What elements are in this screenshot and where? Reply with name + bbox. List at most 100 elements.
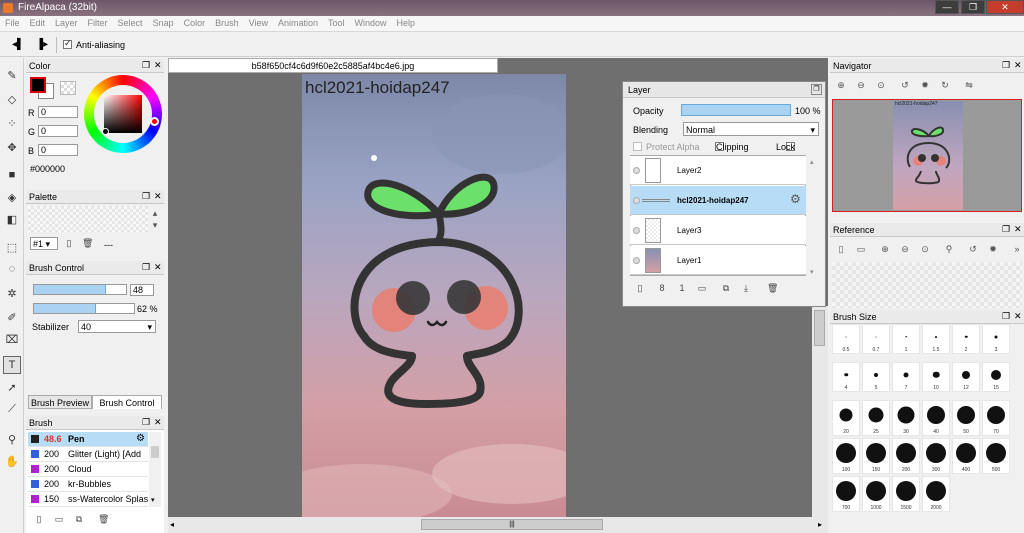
stabilizer-select[interactable]: 40 ▾	[78, 320, 156, 333]
menu-file[interactable]: File	[0, 16, 25, 28]
brush-size-option[interactable]: 300	[922, 438, 950, 474]
brush-size-option[interactable]: 10	[922, 362, 950, 392]
brush-item-glitter[interactable]: 200 Glitter (Light) [Add	[28, 447, 148, 462]
sv-picker-handle[interactable]	[102, 128, 109, 135]
prev-icon[interactable]: ◂▌	[12, 39, 24, 50]
brush-size-option[interactable]: 150	[862, 438, 890, 474]
text-tool-icon[interactable]: T	[3, 356, 21, 374]
gradient-tool-icon[interactable]: ◧	[3, 210, 21, 228]
new-reference-icon[interactable]: ▯	[836, 244, 846, 254]
document-tab[interactable]: b58f650cf4c6d9f60e2c5885af4bc4e6.jpg	[168, 58, 498, 73]
select-pen-tool-icon[interactable]: ✐	[3, 308, 21, 326]
brush-size-option[interactable]: 2	[952, 324, 980, 354]
brush-list-scrollbar[interactable]: ▾	[149, 432, 161, 507]
brush-size-option[interactable]: 70	[982, 400, 1010, 436]
brush-size-option[interactable]: 7	[892, 362, 920, 392]
scroll-up-icon[interactable]: ▴	[150, 208, 160, 218]
brush-size-option[interactable]: 5	[862, 362, 890, 392]
move-tool-icon[interactable]: ✥	[3, 138, 21, 156]
transparent-swatch[interactable]	[60, 81, 76, 95]
navigator-preview[interactable]: hcl2021-hoidap247	[832, 99, 1022, 212]
eyedropper-tool-icon[interactable]: ⚲	[3, 430, 21, 448]
menu-filter[interactable]: Filter	[83, 16, 113, 28]
visibility-icon[interactable]	[633, 257, 640, 264]
zoom-fit-icon[interactable]: ⊙	[876, 80, 886, 90]
scroll-down-icon[interactable]: ▾	[150, 220, 160, 230]
zoom-fit-icon[interactable]: ⊙	[920, 244, 930, 254]
close-button[interactable]: ✕	[986, 0, 1024, 14]
reset-rotation-icon[interactable]: ✹	[988, 244, 998, 254]
new-page-icon[interactable]: ▯	[64, 238, 74, 248]
brush-size-option[interactable]: 1000	[862, 476, 890, 512]
minimize-button[interactable]: —	[935, 0, 959, 14]
bucket-tool-icon[interactable]: ◈	[3, 188, 21, 206]
anti-aliasing-checkbox[interactable]	[63, 38, 72, 49]
visibility-icon[interactable]	[633, 227, 640, 234]
next-icon[interactable]: ▐▸	[36, 39, 48, 50]
menu-tool[interactable]: Tool	[323, 16, 350, 28]
horizontal-scrollbar[interactable]: ◂ ||| ▸	[168, 517, 828, 533]
canvas-image[interactable]: hcl2021-hoidap247	[302, 74, 566, 517]
menu-snap[interactable]: Snap	[148, 16, 179, 28]
scroll-right-icon[interactable]: ▸	[818, 520, 822, 529]
brush-size-option[interactable]: 25	[862, 400, 890, 436]
brush-size-option[interactable]: 0.5	[832, 324, 860, 354]
tab-brush-preview[interactable]: Brush Preview	[28, 395, 92, 409]
menu-brush[interactable]: Brush	[210, 16, 244, 28]
opacity-slider[interactable]	[33, 303, 135, 314]
close-icon[interactable]: ✕	[154, 417, 162, 428]
menu-window[interactable]: Window	[350, 16, 392, 28]
zoom-out-icon[interactable]: ⊖	[856, 80, 866, 90]
reference-canvas[interactable]	[832, 262, 1022, 308]
rotate-left-icon[interactable]: ↺	[900, 80, 910, 90]
size-input[interactable]: 48	[130, 284, 154, 296]
gear-icon[interactable]: ⚙	[790, 192, 801, 206]
brush-size-option[interactable]: 20	[832, 400, 860, 436]
restore-icon[interactable]: ❐	[1002, 224, 1010, 235]
restore-icon[interactable]: ❐	[142, 60, 150, 71]
folder-icon[interactable]: ▭	[54, 514, 64, 524]
restore-icon[interactable]: ❐	[142, 191, 150, 202]
brush-item-watercolor[interactable]: 150 ss-Watercolor Splas	[28, 492, 148, 507]
eraser-tool-icon[interactable]: ◇	[3, 90, 21, 108]
trash-icon[interactable]: 🗑	[767, 283, 778, 293]
restore-icon[interactable]: ❐	[1002, 311, 1010, 322]
more-icon[interactable]: »	[1012, 244, 1022, 254]
scroll-down-icon[interactable]: ▾	[810, 268, 814, 276]
brush-size-option[interactable]: 400	[952, 438, 980, 474]
new-brush-icon[interactable]: ▯	[34, 514, 44, 524]
palette-selector[interactable]: #1 ▾	[30, 237, 58, 250]
brush-size-option[interactable]: 100	[832, 438, 860, 474]
magic-wand-tool-icon[interactable]: ✲	[3, 284, 21, 302]
brush-size-option[interactable]: 0.7	[862, 324, 890, 354]
new-1bit-layer-icon[interactable]: 1	[677, 283, 687, 293]
restore-icon[interactable]: ❐	[811, 84, 822, 95]
scroll-left-icon[interactable]: ◂	[170, 520, 174, 529]
brush-size-option[interactable]: 2000	[922, 476, 950, 512]
close-icon[interactable]: ✕	[154, 262, 162, 273]
brush-size-option[interactable]: 500	[982, 438, 1010, 474]
brush-size-option[interactable]: 1500	[892, 476, 920, 512]
restore-icon[interactable]: ❐	[142, 262, 150, 273]
close-icon[interactable]: ✕	[154, 191, 162, 202]
menu-view[interactable]: View	[244, 16, 273, 28]
menu-select[interactable]: Select	[113, 16, 148, 28]
divide-tool-icon[interactable]: ⟋	[3, 400, 21, 418]
dot-tool-icon[interactable]: ⁘	[3, 114, 21, 132]
saturation-value-square[interactable]	[104, 95, 142, 133]
menu-edit[interactable]: Edit	[25, 16, 51, 28]
b-input[interactable]: 0	[38, 144, 78, 156]
brush-size-option[interactable]: 1.5	[922, 324, 950, 354]
lasso-tool-icon[interactable]: ◌	[3, 260, 21, 278]
vertical-scrollbar[interactable]	[812, 306, 828, 517]
folder-icon[interactable]: ▭	[697, 283, 707, 293]
operation-tool-icon[interactable]: ➚	[3, 378, 21, 396]
layer-row-selected[interactable]: hcl2021-hoidap247 ⚙	[630, 186, 806, 215]
menu-layer[interactable]: Layer	[50, 16, 83, 28]
menu-help[interactable]: Help	[392, 16, 421, 28]
brush-item-cloud[interactable]: 200 Cloud	[28, 462, 148, 477]
brush-size-option[interactable]: 1	[892, 324, 920, 354]
gear-icon[interactable]: ⚙	[136, 433, 145, 444]
close-icon[interactable]: ✕	[1014, 60, 1022, 71]
layer-row[interactable]: Layer3	[630, 216, 806, 245]
